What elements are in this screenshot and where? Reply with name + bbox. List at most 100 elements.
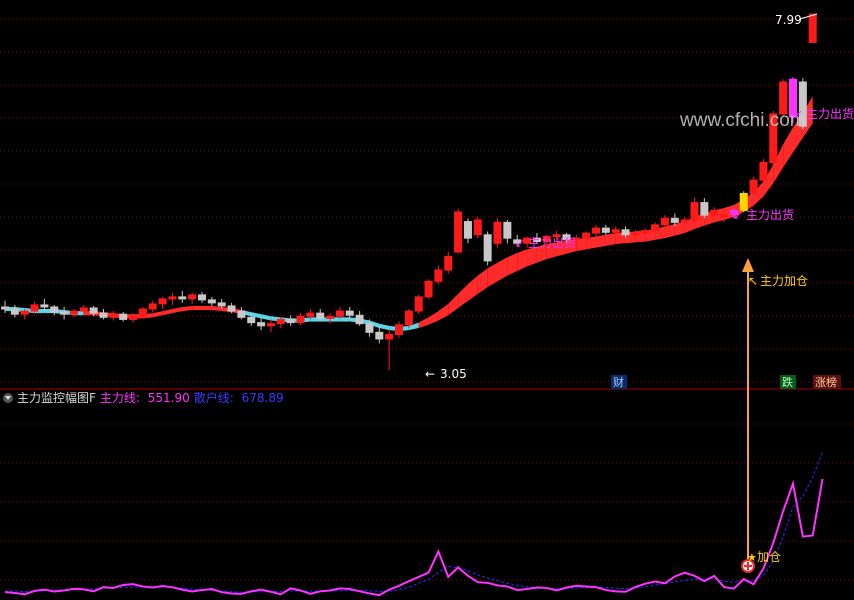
retail-line-value: 678.89 [241, 391, 284, 405]
distribution-label-3: 主力出货 [806, 106, 854, 121]
candle-body [50, 306, 59, 313]
candle-body [168, 296, 177, 300]
candle-body [601, 227, 610, 233]
candle-body [79, 307, 88, 312]
candle-body [463, 221, 472, 239]
candle-body [266, 323, 275, 327]
candle-body [759, 161, 768, 181]
candle-body [89, 307, 98, 314]
candle-body [335, 310, 344, 317]
candle-body [592, 227, 600, 234]
candle-body [385, 334, 394, 340]
candle-body [20, 310, 29, 315]
candle-body [109, 313, 118, 318]
candle-body [582, 232, 591, 239]
sub-chart-header: 主力监控幅图F 主力线: 551.90 散户线: 678.89 [0, 389, 854, 407]
ribbon-segment [783, 127, 793, 168]
candle-body [217, 302, 226, 307]
candle-body [483, 234, 492, 262]
candle-body [355, 314, 364, 325]
candle-body [129, 315, 138, 320]
ribbon-segment [379, 323, 390, 331]
candle-body [444, 255, 453, 271]
ribbon-segment [596, 234, 606, 248]
candle-body [178, 296, 187, 300]
watermark: www.cfchi.com [679, 110, 806, 131]
candle-body [158, 298, 167, 305]
main-chart-grid [0, 18, 854, 383]
candle-body [60, 311, 69, 315]
add-position-label: 主力加仓 [760, 274, 808, 288]
candle-body [237, 310, 246, 318]
candle-body [326, 315, 335, 319]
candle-body [316, 312, 325, 319]
candle-body [138, 308, 147, 317]
candle-body [119, 313, 128, 320]
ribbon-segment [674, 221, 685, 236]
ribbon-segment [458, 284, 468, 308]
ribbon-segment [202, 305, 212, 311]
main-line-label: 主力线: [99, 391, 140, 405]
distribution-arrow-icon: ↙ [733, 208, 743, 222]
retail-line [4, 451, 824, 593]
candle-body [680, 219, 689, 223]
candle-body [424, 280, 433, 298]
low-price-arrow-icon: ← [425, 367, 435, 381]
candle-body [690, 202, 699, 221]
stock-chart-canvas: www.cfchi.com 7.99 3.05 ← ↙ 主力出货 ↙ 主力出货 … [0, 13, 854, 597]
indicator-lines [4, 451, 824, 597]
sub-chart-grid [0, 423, 854, 581]
ribbon-segment [507, 252, 518, 276]
ribbon-segment [339, 317, 350, 322]
ribbon-segment [664, 224, 675, 239]
candle-body [227, 305, 236, 312]
ribbon-segment [211, 305, 222, 312]
candle-body [749, 179, 758, 194]
add-position-arrow-icon: ↖ [748, 274, 758, 288]
candle-body [375, 331, 384, 340]
candle-body [473, 219, 482, 236]
ribbon-segment [497, 257, 508, 282]
candle-body [276, 318, 285, 325]
finance-badge-text: 财 [613, 375, 624, 389]
candle-body [207, 299, 216, 304]
collapse-toggle-icon[interactable] [3, 393, 13, 403]
candle-body [247, 316, 256, 324]
ribbon-segment [261, 314, 271, 321]
candle-body [1, 306, 9, 310]
candle-body [148, 303, 157, 310]
top-list-badge-text: 涨榜 [815, 375, 837, 389]
candle-body [670, 217, 679, 223]
event-badges: 财 跌 涨榜 [611, 375, 841, 389]
candle-body [296, 315, 305, 324]
candle-body [345, 310, 354, 316]
ribbon-segment [438, 303, 449, 321]
ribbon-segment [162, 309, 173, 316]
candle-body [621, 229, 630, 236]
candle-body [700, 202, 709, 216]
candlestick-series [1, 13, 817, 371]
candle-body [99, 312, 108, 318]
ribbon-segment [418, 317, 429, 328]
drop-badge-text: 跌 [782, 375, 793, 389]
ribbon-segment [192, 305, 202, 311]
candle-body [404, 310, 413, 326]
candle-body [611, 229, 620, 233]
candle-body [306, 312, 315, 317]
distribution-label-2: 主力出货 [746, 207, 794, 222]
candle-body [257, 322, 266, 327]
candle-body [286, 318, 295, 324]
distribution-arrow-icon: ↙ [793, 107, 803, 121]
main-force-line [4, 478, 824, 597]
add-position-arrow-head [742, 258, 754, 272]
candle-body [69, 310, 78, 315]
indicator-title[interactable]: 主力监控幅图F [17, 391, 96, 405]
candle-body [503, 221, 512, 239]
candle-body [10, 308, 19, 315]
high-price-label: 7.99 [775, 13, 802, 27]
candle-body [808, 13, 817, 43]
candle-body [493, 221, 502, 244]
star-icon: ★ [747, 551, 757, 564]
add-position-signal: ★ 加仓 [741, 258, 781, 573]
distribution-arrow-icon: ↙ [515, 236, 525, 250]
